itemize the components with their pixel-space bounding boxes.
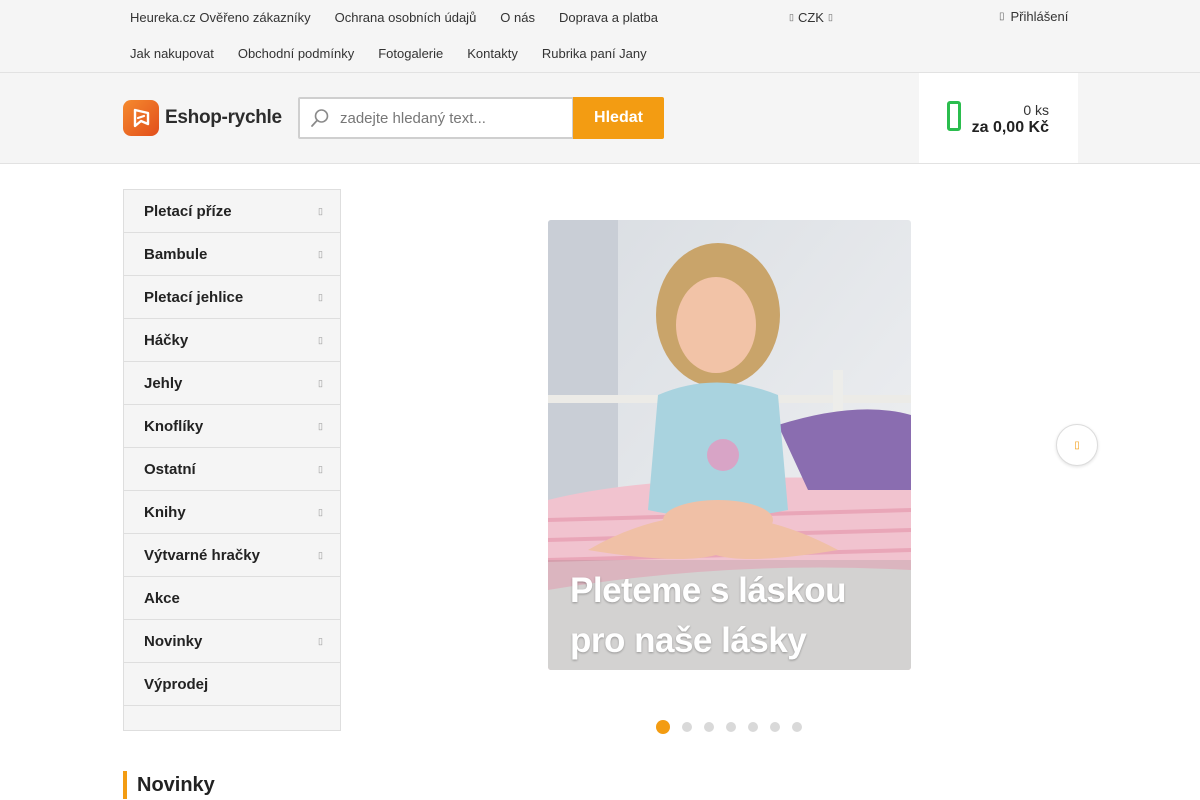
search-input[interactable] bbox=[340, 109, 560, 127]
section-title-novinky: Novinky bbox=[123, 771, 215, 799]
banner-caption-line2: pro naše lásky bbox=[570, 621, 807, 660]
top-navigation: Heureka.cz Ověřeno zákazníky Ochrana oso… bbox=[118, 0, 738, 72]
chevron-right-icon: ▯ bbox=[318, 549, 323, 560]
search-icon bbox=[300, 107, 340, 129]
sidebar-item-novinky[interactable]: Novinky ▯ bbox=[124, 620, 340, 663]
logo-text: Eshop-rychle bbox=[165, 107, 282, 128]
sidebar-item-label: Pletací jehlice bbox=[144, 288, 244, 306]
sidebar-item-pletaci-jehlice[interactable]: Pletací jehlice ▯ bbox=[124, 276, 340, 319]
sidebar-item-vyprodej[interactable]: Výprodej bbox=[124, 663, 340, 706]
slider-dot-4[interactable] bbox=[726, 722, 736, 732]
chevron-right-icon: ▯ bbox=[1074, 439, 1080, 451]
chevron-right-icon: ▯ bbox=[318, 248, 323, 259]
chevron-right-icon: ▯ bbox=[318, 420, 323, 431]
chevron-right-icon: ▯ bbox=[318, 291, 323, 302]
top-link-about[interactable]: O nás bbox=[488, 0, 547, 36]
top-link-jana-column[interactable]: Rubrika paní Jany bbox=[530, 36, 659, 72]
sidebar-item-label: Knihy bbox=[144, 503, 186, 521]
sidebar-item-label: Výtvarné hračky bbox=[144, 546, 260, 564]
sidebar-item-label: Akce bbox=[144, 589, 180, 607]
search-button[interactable]: Hledat bbox=[573, 97, 664, 139]
slider-dot-1[interactable] bbox=[656, 720, 670, 734]
sidebar-item-bambule[interactable]: Bambule ▯ bbox=[124, 233, 340, 276]
top-link-how-to-buy[interactable]: Jak nakupovat bbox=[118, 36, 226, 72]
chevron-down-icon: ▯ bbox=[827, 12, 833, 22]
cart[interactable]: 0 ks za 0,00 Kč bbox=[919, 73, 1078, 163]
slider-dot-2[interactable] bbox=[682, 722, 692, 732]
currency-label: CZK bbox=[797, 10, 824, 25]
banner-caption: Pleteme s láskou pro naše lásky bbox=[570, 566, 847, 666]
sidebar-item-vytvarne-hracky[interactable]: Výtvarné hračky ▯ bbox=[124, 534, 340, 577]
sidebar-item-label: Novinky bbox=[144, 632, 203, 650]
top-link-contacts[interactable]: Kontakty bbox=[455, 36, 530, 72]
sidebar-item-jehly[interactable]: Jehly ▯ bbox=[124, 362, 340, 405]
sidebar-item-label: Ostatní bbox=[144, 460, 196, 478]
search-box bbox=[298, 97, 574, 139]
top-link-shipping[interactable]: Doprava a platba bbox=[547, 0, 670, 36]
sidebar-item-label: Háčky bbox=[144, 331, 189, 349]
sidebar-item-hacky[interactable]: Háčky ▯ bbox=[124, 319, 340, 362]
chevron-right-icon: ▯ bbox=[318, 205, 323, 216]
cart-quantity: 0 ks bbox=[1023, 102, 1049, 118]
slider-dot-6[interactable] bbox=[770, 722, 780, 732]
slider-dot-3[interactable] bbox=[704, 722, 714, 732]
sidebar-item-label: Jehly bbox=[144, 374, 183, 392]
sidebar-item-pletaci-prize[interactable]: Pletací příze ▯ bbox=[124, 190, 340, 233]
top-link-heureka[interactable]: Heureka.cz Ověřeno zákazníky bbox=[118, 0, 323, 36]
chevron-right-icon: ▯ bbox=[318, 463, 323, 474]
sidebar-item-label: Pletací příze bbox=[144, 202, 232, 220]
sidebar-item-knihy[interactable]: Knihy ▯ bbox=[124, 491, 340, 534]
eshop-logo-icon bbox=[123, 100, 159, 136]
header: Eshop-rychle Hledat 0 ks za 0,00 Kč bbox=[0, 73, 1200, 164]
slider-pagination bbox=[656, 720, 802, 734]
sidebar-item-label: Knoflíky bbox=[144, 417, 204, 435]
user-icon: ▯ bbox=[999, 11, 1005, 22]
chevron-right-icon: ▯ bbox=[318, 506, 323, 517]
chevron-right-icon: ▯ bbox=[318, 377, 323, 388]
top-link-terms[interactable]: Obchodní podmínky bbox=[226, 36, 366, 72]
chevron-right-icon: ▯ bbox=[318, 334, 323, 345]
sidebar-item-label: Bambule bbox=[144, 245, 208, 263]
cart-price: za 0,00 Kč bbox=[971, 119, 1049, 136]
login-link[interactable]: ▯ Přihlášení bbox=[999, 9, 1068, 24]
slider-dot-7[interactable] bbox=[792, 722, 802, 732]
hero-banner[interactable]: Pleteme s láskou pro naše lásky bbox=[548, 220, 911, 670]
top-link-privacy[interactable]: Ochrana osobních údajů bbox=[323, 0, 489, 36]
chevron-right-icon: ▯ bbox=[318, 635, 323, 646]
slider-next-button[interactable]: ▯ bbox=[1056, 424, 1098, 466]
sidebar-item-akce[interactable]: Akce bbox=[124, 577, 340, 620]
currency-selector[interactable]: ▯ CZK ▯ bbox=[789, 10, 833, 25]
category-sidebar: Pletací příze ▯ Bambule ▯ Pletací jehlic… bbox=[123, 189, 341, 731]
sidebar-item-label: Výprodej bbox=[144, 675, 209, 693]
banner-caption-line1: Pleteme s láskou bbox=[570, 571, 847, 610]
login-label: Přihlášení bbox=[1010, 9, 1069, 24]
cart-icon bbox=[947, 101, 961, 131]
slider-dot-5[interactable] bbox=[748, 722, 758, 732]
sidebar-item-knofliky[interactable]: Knoflíky ▯ bbox=[124, 405, 340, 448]
currency-icon: ▯ bbox=[789, 12, 794, 22]
top-link-gallery[interactable]: Fotogalerie bbox=[366, 36, 455, 72]
logo[interactable]: Eshop-rychle bbox=[123, 100, 282, 136]
sidebar-item-ostatni[interactable]: Ostatní ▯ bbox=[124, 448, 340, 491]
top-bar: Heureka.cz Ověřeno zákazníky Ochrana oso… bbox=[0, 0, 1200, 73]
